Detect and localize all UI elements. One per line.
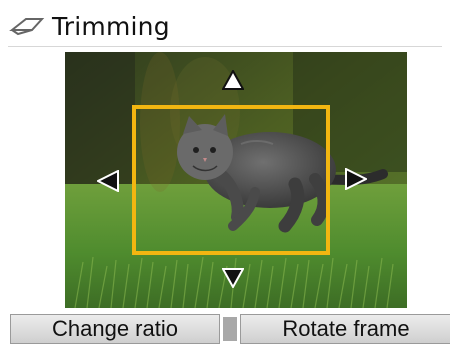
rotate-frame-button[interactable]: Rotate frame — [240, 314, 450, 344]
change-ratio-button[interactable]: Change ratio — [10, 314, 220, 344]
page-title: Trimming — [52, 11, 170, 41]
trimming-frame[interactable] — [132, 105, 330, 255]
button-divider — [223, 317, 237, 341]
bottom-button-bar: Change ratio Rotate frame — [0, 314, 450, 345]
trimming-icon — [8, 12, 46, 40]
title-bar: Trimming — [8, 8, 170, 44]
title-divider — [8, 46, 442, 47]
trimming-screen: Trimming Change ratio Rotate frame — [0, 0, 450, 345]
